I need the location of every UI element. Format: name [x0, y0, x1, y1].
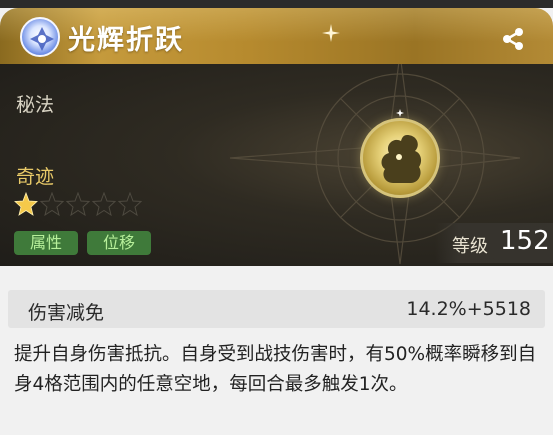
star-empty-icon [118, 192, 142, 216]
element-crystal-icon [20, 17, 60, 57]
star-filled-icon [14, 192, 38, 216]
stat-name: 伤害减免 [28, 302, 105, 324]
creature-emblem-icon [360, 118, 440, 198]
star-empty-icon [66, 192, 90, 216]
skill-type: 秘法 [16, 94, 55, 116]
top-strip [0, 0, 553, 8]
stat-value: 14.2%+5518 [406, 298, 531, 320]
tag-displacement: 位移 [87, 231, 151, 255]
skill-description: 提升自身伤害抵抗。自身受到战技伤害时，有50%概率瞬移到自身4格范围内的任意空地… [14, 344, 537, 395]
sparkle-dot-icon [396, 109, 404, 117]
rarity-label: 奇迹 [16, 166, 55, 188]
star-empty-icon [40, 192, 64, 216]
star-empty-icon [92, 192, 116, 216]
skill-card: 光辉折跃 秘法 奇迹 属性 位移 等级 152 伤害减免 14.2%+5518 … [0, 0, 553, 435]
level-label: 等级 [452, 236, 488, 257]
level-value: 152 [500, 226, 550, 256]
card-title: 光辉折跃 [68, 25, 184, 56]
tag-attribute: 属性 [14, 231, 78, 255]
sparkle-icon [322, 24, 340, 42]
share-icon[interactable] [500, 26, 526, 52]
